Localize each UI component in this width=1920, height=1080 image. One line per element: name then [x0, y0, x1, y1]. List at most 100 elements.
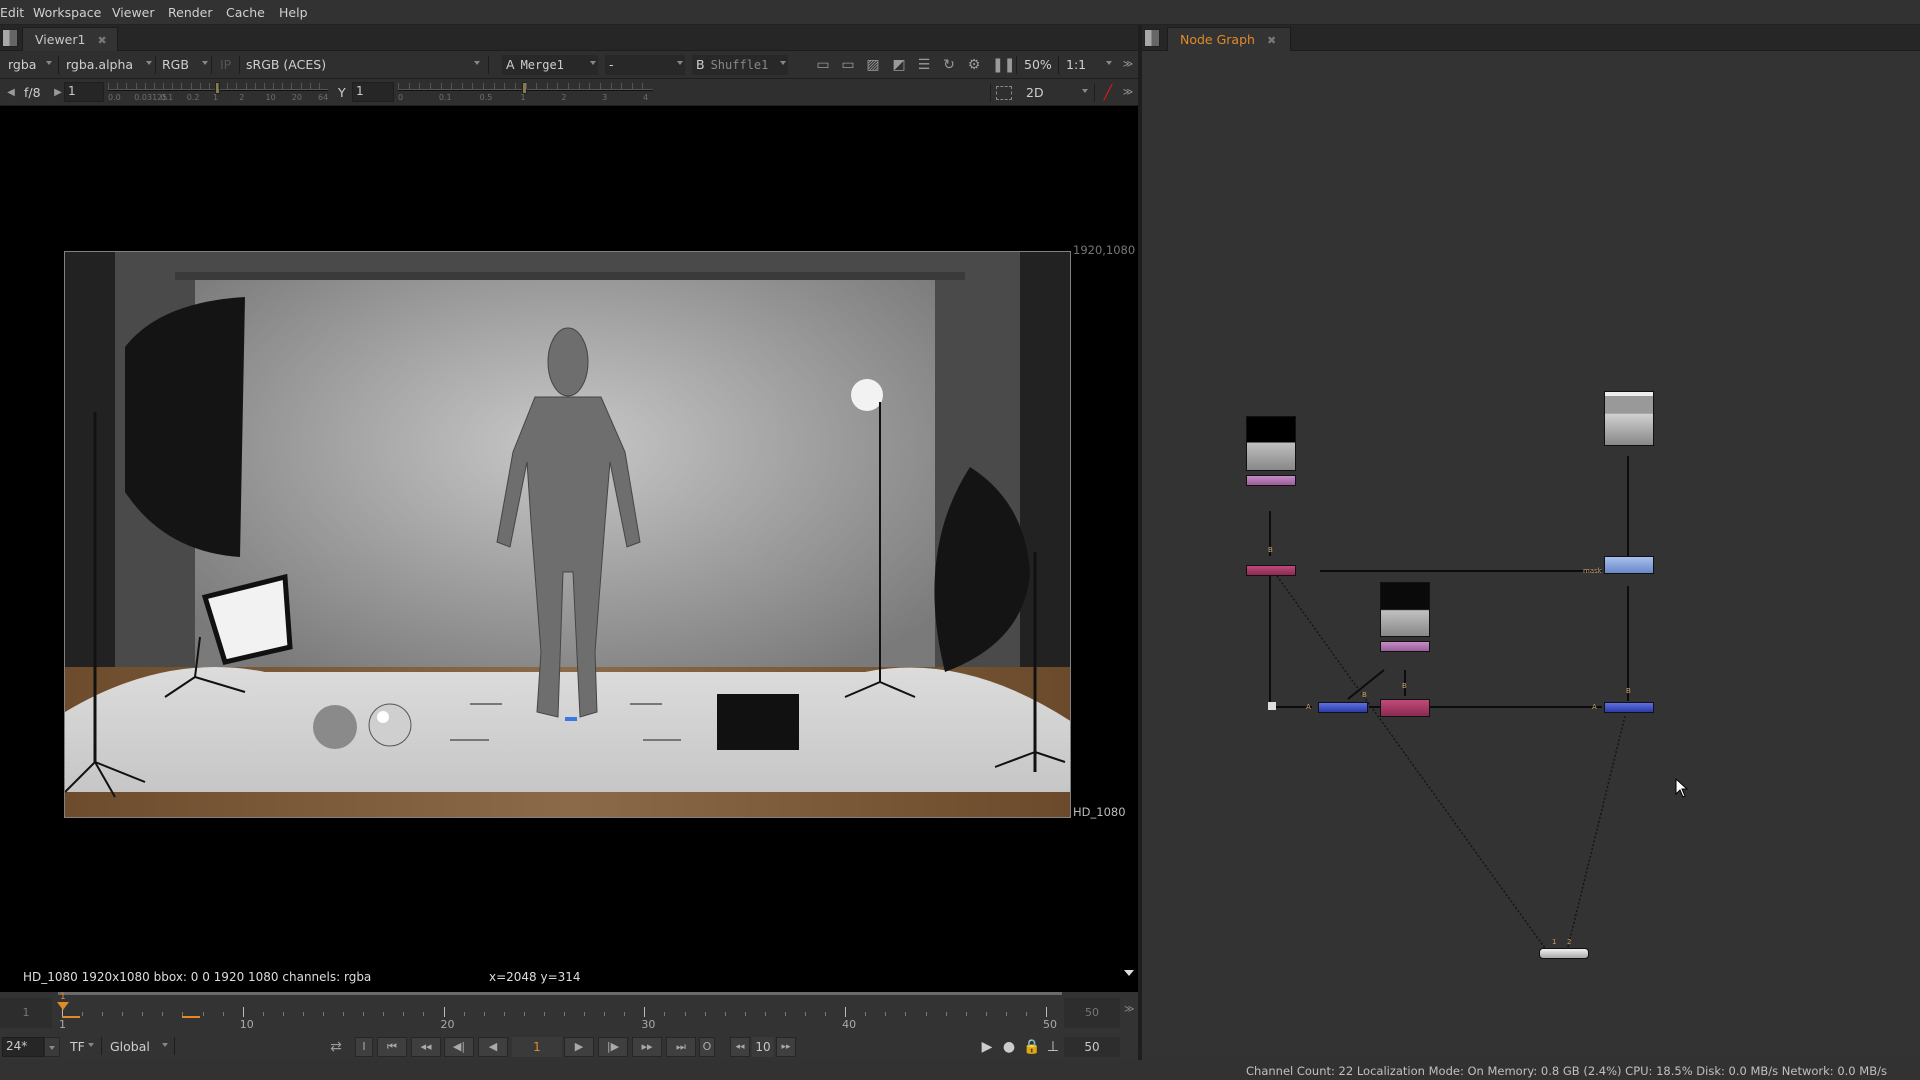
viewer-node[interactable]: [1539, 948, 1589, 959]
next-keyframe-button[interactable]: ▸▸: [632, 1037, 662, 1057]
prev-keyframe-button[interactable]: ◂◂: [411, 1037, 441, 1057]
refresh-icon[interactable]: ↻: [941, 57, 957, 73]
pause-icon[interactable]: ❚❚: [992, 57, 1015, 73]
record-icon[interactable]: ●: [1001, 1039, 1017, 1055]
menu-help[interactable]: Help: [279, 5, 308, 20]
fstop-decrease-icon[interactable]: ◀: [3, 85, 19, 101]
menu-viewer[interactable]: Viewer: [112, 5, 155, 20]
fstop-value[interactable]: f/8: [20, 83, 50, 103]
timeline-tick: [1025, 1012, 1027, 1016]
out-frame-field[interactable]: 50: [1064, 1037, 1120, 1057]
shuffle-node-1[interactable]: [1318, 702, 1368, 713]
out-point-button[interactable]: O: [699, 1037, 715, 1057]
roi-select-icon[interactable]: [996, 86, 1012, 100]
timecode-mode-value: TF: [70, 1039, 85, 1054]
menu-edit[interactable]: Edit: [0, 5, 24, 20]
shuffle-node-2[interactable]: [1604, 702, 1654, 713]
step-back-button[interactable]: ◀|: [444, 1037, 474, 1057]
gamma-slider[interactable]: 0 0.1 0.5 1 2 3 4: [398, 82, 653, 102]
lock-icon[interactable]: 🔒: [1023, 1039, 1040, 1055]
read-node-thumbnail-2[interactable]: [1604, 391, 1654, 446]
timecode-mode-dropdown[interactable]: TF: [66, 1037, 96, 1057]
zebra-icon[interactable]: ▨: [865, 57, 881, 73]
close-icon[interactable]: ✖: [97, 34, 106, 47]
input-process-toggle[interactable]: IP: [216, 55, 238, 75]
lines-icon[interactable]: ☰: [916, 57, 932, 73]
alpha-channel-dropdown[interactable]: rgba.alpha: [62, 55, 154, 75]
dot-node[interactable]: [1268, 702, 1276, 710]
timeline-tick: [1046, 1007, 1047, 1017]
timeline-tick: [423, 1012, 425, 1016]
increment-field[interactable]: 10: [752, 1037, 774, 1057]
info-bar-toggle-icon[interactable]: [1124, 970, 1134, 976]
node-graph-panel[interactable]: Node Graph ✖ mask A A B B B B 1 2: [1142, 25, 1920, 1055]
timeline-tick: [363, 1012, 365, 1016]
node-graph-canvas[interactable]: mask A A B B B B 1 2: [1142, 51, 1920, 1055]
goto-end-button[interactable]: ⏭: [666, 1037, 696, 1057]
play-backward-button[interactable]: ◀: [478, 1037, 508, 1057]
viewer-image[interactable]: [64, 251, 1071, 818]
step-forward-button[interactable]: |▶: [598, 1037, 628, 1057]
panel-menu-icon[interactable]: [1144, 29, 1160, 47]
fps-field[interactable]: 24*: [2, 1037, 44, 1057]
merge-node-2[interactable]: [1380, 699, 1430, 717]
in-point-button[interactable]: I: [355, 1037, 373, 1057]
timeline-tick: [744, 1012, 746, 1016]
input-a-dropdown[interactable]: A Merge1: [502, 55, 598, 75]
overlay-icon[interactable]: ◩: [891, 57, 907, 73]
view-mode-dropdown[interactable]: 2D: [1022, 83, 1090, 103]
close-icon[interactable]: ✖: [1267, 34, 1276, 47]
playback-mode-icon[interactable]: ⇄: [328, 1039, 344, 1055]
goto-start-button[interactable]: ⏮: [377, 1037, 407, 1057]
colorspace-dropdown[interactable]: sRGB (ACES): [242, 55, 482, 75]
gain-slider[interactable]: 0.0 0.03125 0.1 0.2 1 2 10 20 64: [108, 82, 328, 102]
tab-viewer1[interactable]: Viewer1 ✖: [22, 27, 118, 51]
roi-icon[interactable]: ▭: [815, 57, 831, 73]
slider-tick: [309, 83, 311, 89]
gamma-input[interactable]: 1: [352, 82, 394, 102]
timeline-end-frame[interactable]: 50: [1064, 998, 1120, 1028]
flipbook-icon[interactable]: ▶: [979, 1039, 995, 1055]
input-b-dropdown[interactable]: B Shuffle1: [692, 55, 788, 75]
menu-bar: Edit Workspace Viewer Render Cache Help: [0, 0, 1920, 25]
slider-tick-label: 4: [643, 93, 649, 102]
timeline-start-frame[interactable]: 1: [0, 998, 52, 1028]
read-node-1[interactable]: [1246, 475, 1296, 486]
slider-tick: [472, 83, 474, 89]
region-icon[interactable]: ▭: [840, 57, 856, 73]
menu-workspace[interactable]: Workspace: [33, 5, 101, 20]
panel-menu-icon[interactable]: [2, 29, 18, 47]
play-forward-button[interactable]: ▶: [564, 1037, 594, 1057]
slider-tick: [163, 83, 164, 89]
read-node-thumbnail-1[interactable]: [1246, 416, 1296, 471]
read-node-thumbnail-3[interactable]: [1380, 582, 1430, 637]
fps-dropdown-arrow[interactable]: [44, 1037, 60, 1057]
image-info: HD_1080 1920x1080 bbox: 0 0 1920 1080 ch…: [23, 970, 372, 984]
skip-forward-button[interactable]: ▸▸: [776, 1037, 796, 1057]
gl-render-icon[interactable]: ⚙: [966, 57, 982, 73]
skip-back-button[interactable]: ◂◂: [730, 1037, 750, 1057]
gain-input[interactable]: 1: [64, 82, 104, 102]
menu-cache[interactable]: Cache: [226, 5, 265, 20]
expand-icon[interactable]: ≫: [1120, 57, 1136, 73]
proxy-dropdown[interactable]: 1:1: [1062, 55, 1114, 75]
current-frame-field[interactable]: 1: [512, 1037, 562, 1057]
paint-brush-icon[interactable]: ╱: [1100, 85, 1116, 101]
merge-node-1[interactable]: [1246, 565, 1296, 576]
read-node-3[interactable]: [1380, 641, 1430, 652]
expand-icon[interactable]: ≫: [1120, 85, 1136, 101]
playhead-marker[interactable]: [57, 1002, 69, 1010]
channels-dropdown[interactable]: rgba: [4, 55, 54, 75]
tab-node-graph[interactable]: Node Graph ✖: [1167, 27, 1291, 51]
timeline-tick: [222, 1012, 224, 1016]
scope-dropdown[interactable]: Global: [106, 1037, 170, 1057]
timeline-ruler[interactable]: 1 10 20 30 40 50 1: [57, 992, 1062, 1031]
expand-icon[interactable]: ≫: [1124, 1004, 1134, 1015]
timeline-tick-label: 50: [1043, 1018, 1057, 1031]
display-channels-dropdown[interactable]: RGB: [158, 55, 210, 75]
keymix-node[interactable]: [1604, 556, 1654, 574]
wipe-operation-dropdown[interactable]: -: [605, 55, 685, 75]
menu-render[interactable]: Render: [168, 5, 213, 20]
range-icon[interactable]: ⊥: [1045, 1039, 1061, 1055]
zoom-level[interactable]: 50%: [1020, 55, 1056, 75]
